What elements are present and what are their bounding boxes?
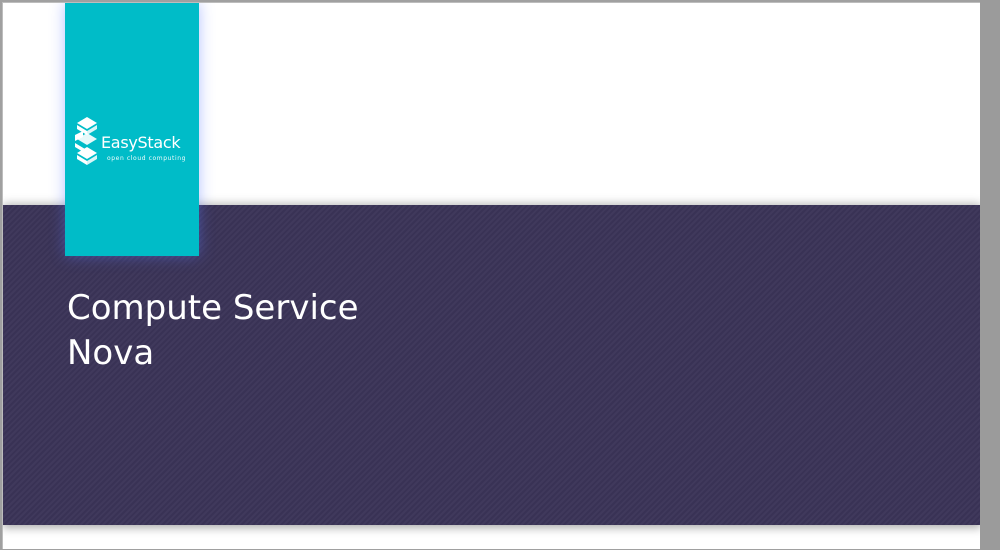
easystack-logo-icon [75, 117, 97, 165]
logo-panel: EasyStack open cloud computing [65, 3, 199, 256]
easystack-logo: EasyStack open cloud computing [73, 113, 195, 169]
slide-title: Compute Service Nova [67, 286, 359, 376]
logo-tagline: open cloud computing [107, 155, 187, 162]
vertical-scrollbar[interactable] [980, 0, 1000, 550]
title-line-2: Nova [67, 333, 155, 373]
presentation-viewport: EasyStack open cloud computing Compute S… [0, 0, 1000, 550]
logo-brand-text: EasyStack [101, 133, 181, 152]
slide: EasyStack open cloud computing Compute S… [2, 2, 981, 549]
title-line-1: Compute Service [67, 288, 359, 328]
